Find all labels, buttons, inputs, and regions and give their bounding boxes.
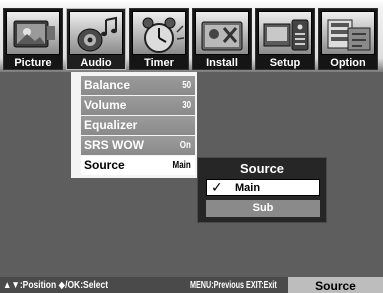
menu-item-source[interactable]: Source Main bbox=[81, 156, 195, 175]
option-icon bbox=[321, 11, 375, 55]
menu-item-label: Balance bbox=[84, 78, 131, 92]
tab-label: Timer bbox=[144, 57, 174, 69]
tab-label: Install bbox=[206, 57, 238, 69]
picture-icon bbox=[6, 11, 60, 55]
navigation-hint: ▲▼:Position ◆/OK:Select bbox=[3, 280, 109, 291]
source-popup: Source ✓ Main Sub bbox=[197, 157, 327, 223]
audio-submenu: Balance 50 Volume 30 Equalizer SRS WOW O… bbox=[71, 72, 197, 178]
help-bar: ▲▼:Position ◆/OK:Select MENU:Previous EX… bbox=[0, 277, 383, 293]
menu-item-srs-wow[interactable]: SRS WOW On bbox=[81, 136, 195, 155]
source-option-main[interactable]: ✓ Main bbox=[206, 179, 320, 196]
menu-item-value: 30 bbox=[182, 100, 191, 111]
tab-install[interactable]: Install bbox=[192, 8, 252, 70]
menu-item-value: 50 bbox=[182, 80, 191, 91]
menu-item-label: Equalizer bbox=[84, 118, 138, 132]
menu-item-equalizer[interactable]: Equalizer bbox=[81, 116, 195, 135]
menu-tab-bar: Picture Audio Timer Install Setup Option bbox=[0, 0, 383, 72]
tab-label: Setup bbox=[269, 57, 301, 69]
source-popup-title: Source bbox=[239, 161, 285, 176]
install-icon bbox=[195, 11, 249, 55]
source-option-sub[interactable]: Sub bbox=[206, 200, 320, 217]
timer-icon bbox=[132, 11, 186, 55]
tab-audio[interactable]: Audio bbox=[66, 8, 126, 70]
audio-icon bbox=[69, 11, 123, 55]
menu-exit-hint: MENU:Previous EXIT:Exit bbox=[190, 280, 277, 291]
tab-label: Audio bbox=[80, 57, 112, 69]
menu-item-value: Main bbox=[172, 160, 191, 171]
setup-icon bbox=[258, 11, 312, 55]
tab-option[interactable]: Option bbox=[318, 8, 378, 70]
menu-item-label: Volume bbox=[84, 98, 127, 112]
tab-label: Picture bbox=[14, 57, 52, 69]
menu-item-label: SRS WOW bbox=[84, 138, 144, 152]
menu-item-balance[interactable]: Balance 50 bbox=[81, 76, 195, 95]
source-option-label: Sub bbox=[252, 202, 274, 214]
tab-picture[interactable]: Picture bbox=[3, 8, 63, 70]
tv-osd-screen: Picture Audio Timer Install Setup Option… bbox=[0, 0, 383, 293]
tab-timer[interactable]: Timer bbox=[129, 8, 189, 70]
tab-label: Option bbox=[330, 57, 366, 69]
tab-setup[interactable]: Setup bbox=[255, 8, 315, 70]
source-option-label: Main bbox=[235, 182, 261, 194]
menu-item-label: Source bbox=[84, 158, 125, 172]
current-page-label: Source bbox=[288, 277, 383, 293]
menu-item-volume[interactable]: Volume 30 bbox=[81, 96, 195, 115]
checkmark-icon: ✓ bbox=[211, 179, 223, 195]
menu-item-value: On bbox=[179, 140, 191, 151]
